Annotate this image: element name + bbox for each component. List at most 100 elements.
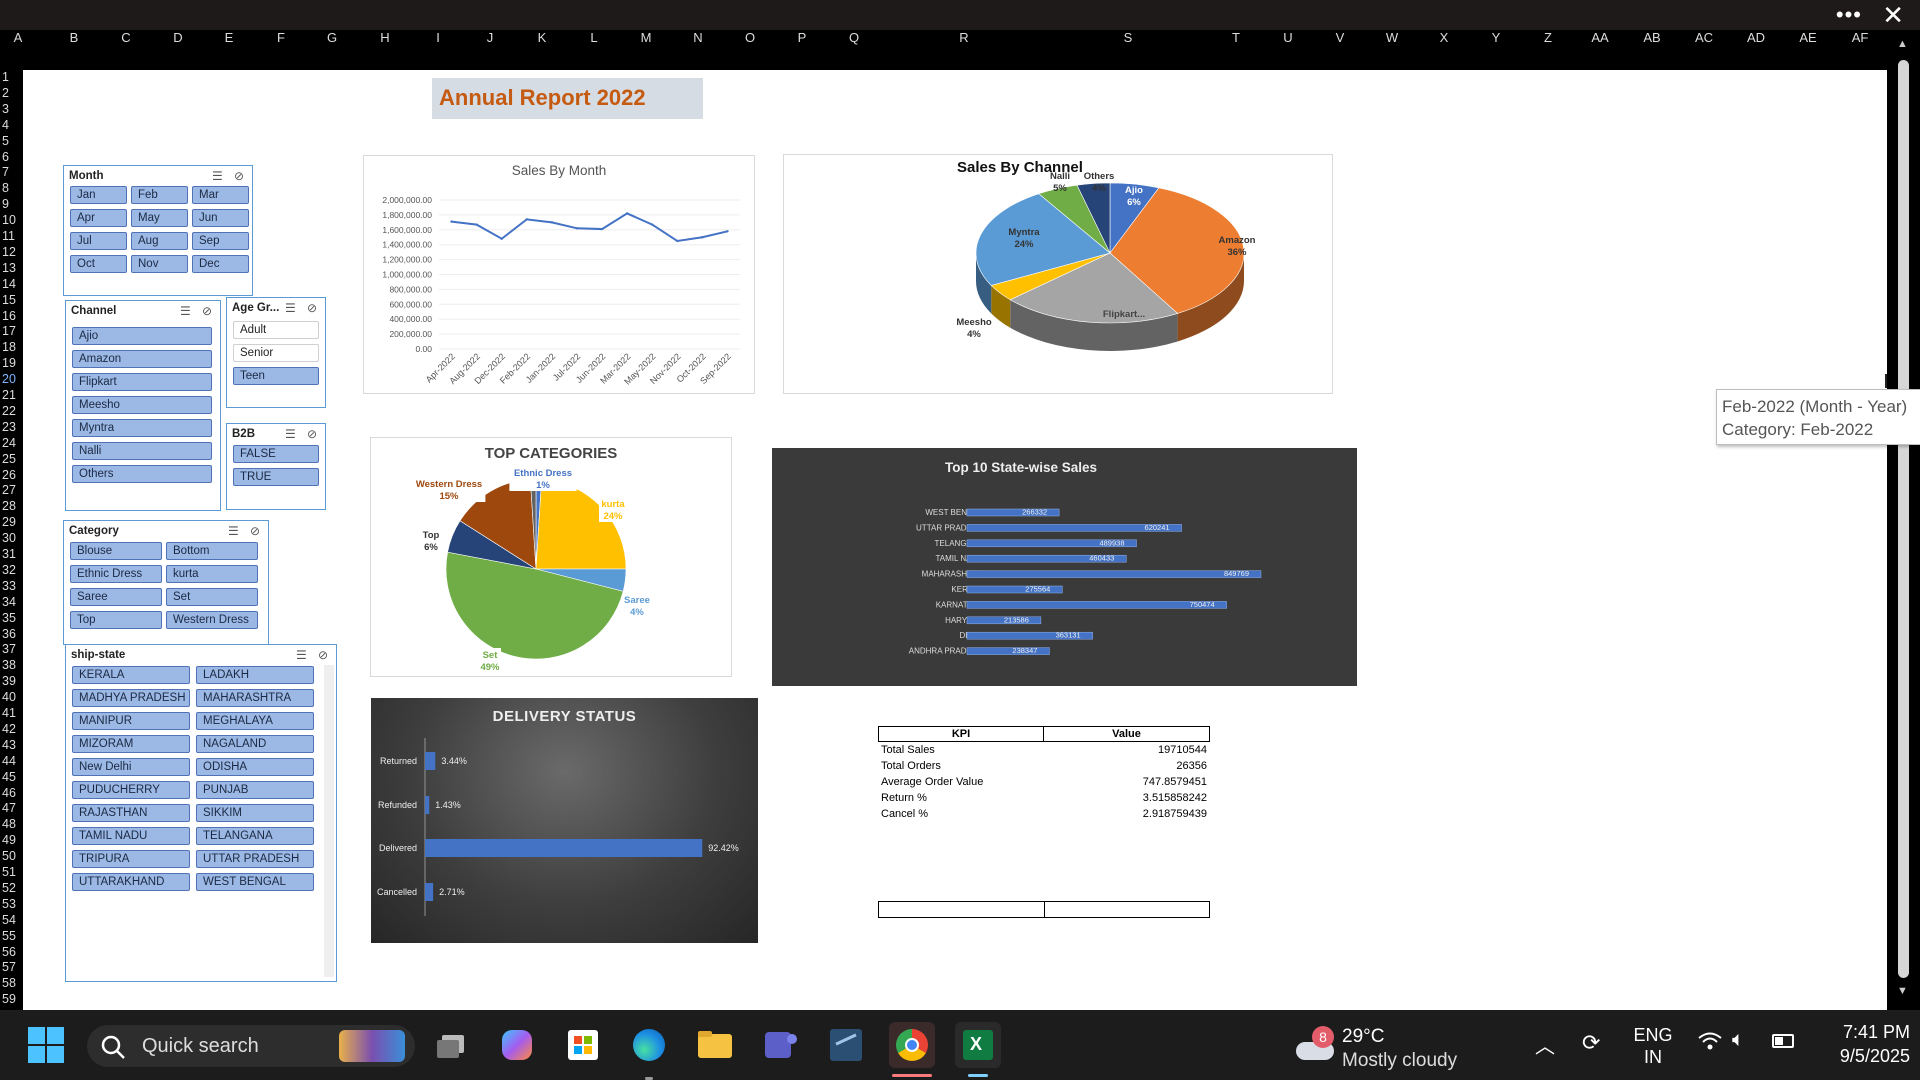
slicer-item[interactable]: MIZORAM bbox=[72, 735, 190, 753]
row-header[interactable]: 27 bbox=[2, 483, 16, 497]
row-header[interactable]: 22 bbox=[2, 404, 16, 418]
column-header[interactable]: O bbox=[745, 30, 755, 45]
column-header[interactable]: N bbox=[693, 30, 702, 45]
age-group-slicer[interactable]: Age Gr... ☰ ⊘ Adult Senior Teen bbox=[226, 297, 326, 408]
slicer-item[interactable]: SIKKIM bbox=[196, 804, 314, 822]
slicer-item[interactable]: MANIPUR bbox=[72, 712, 190, 730]
row-header[interactable]: 32 bbox=[2, 563, 16, 577]
row-header[interactable]: 47 bbox=[2, 801, 16, 815]
row-header[interactable]: 45 bbox=[2, 770, 16, 784]
slicer-item[interactable]: May bbox=[131, 209, 188, 227]
top-categories-chart[interactable]: Ethnic Dress 1% kurta 24% Saree 4% Set 49% Top 6%… bbox=[370, 437, 732, 677]
row-header[interactable]: 55 bbox=[2, 929, 16, 943]
row-header[interactable]: 4 bbox=[2, 118, 9, 132]
slicer-item[interactable]: LADAKH bbox=[196, 666, 314, 684]
slicer-item[interactable]: Ethnic Dress bbox=[70, 565, 162, 583]
slicer-item[interactable]: Dec bbox=[192, 255, 249, 273]
slicer-item[interactable]: Jan bbox=[70, 186, 127, 204]
row-header[interactable]: 31 bbox=[2, 547, 16, 561]
search-box[interactable]: Quick search bbox=[87, 1025, 415, 1067]
row-header[interactable]: 54 bbox=[2, 913, 16, 927]
column-header[interactable]: I bbox=[436, 30, 440, 45]
row-header[interactable]: 19 bbox=[2, 356, 16, 370]
row-header[interactable]: 1 bbox=[2, 70, 9, 84]
slicer-item[interactable]: Jul bbox=[70, 232, 127, 250]
slicer-item[interactable]: WEST BENGAL bbox=[196, 873, 314, 891]
month-slicer[interactable]: Month ☰ ⊘ Jan Feb Mar Apr May Jun Jul Aug Sep Oct Nov… bbox=[63, 165, 253, 296]
slicer-item[interactable]: MADHYA PRADESH bbox=[72, 689, 190, 707]
row-header[interactable]: 17 bbox=[2, 324, 16, 338]
row-header[interactable]: 50 bbox=[2, 849, 16, 863]
column-header[interactable]: D bbox=[173, 30, 182, 45]
slicer-item[interactable]: ODISHA bbox=[196, 758, 314, 776]
slicer-item[interactable]: MAHARASHTRA bbox=[196, 689, 314, 707]
column-header[interactable]: R bbox=[959, 30, 968, 45]
ship-state-slicer[interactable]: ship-state ☰ ⊘ KERALA LADAKH MADHYA PRADESH MA… bbox=[65, 644, 337, 982]
row-header[interactable]: 8 bbox=[2, 181, 9, 195]
slicer-item[interactable]: Others bbox=[72, 465, 212, 483]
scroll-down-icon[interactable]: ▼ bbox=[1897, 985, 1908, 997]
battery-icon[interactable] bbox=[1772, 1034, 1794, 1048]
row-header[interactable]: 3 bbox=[2, 102, 9, 116]
sales-by-channel-chart[interactable]: Ajio 6% Amazon 36% Flipkart... Meesho 4% Myntra… bbox=[783, 154, 1333, 394]
multi-select-icon[interactable]: ☰ bbox=[285, 427, 296, 441]
row-header[interactable]: 40 bbox=[2, 690, 16, 704]
row-header[interactable]: 30 bbox=[2, 531, 16, 545]
delivery-status-chart[interactable]: DELIVERY STATUS Returned 3.44% Refunded 1.4… bbox=[371, 698, 758, 943]
slicer-item[interactable]: Flipkart bbox=[72, 373, 212, 391]
start-button[interactable] bbox=[28, 1027, 64, 1063]
slicer-item[interactable]: Aug bbox=[131, 232, 188, 250]
row-header[interactable]: 9 bbox=[2, 197, 9, 211]
excel-icon[interactable]: X bbox=[955, 1022, 1001, 1077]
row-header[interactable]: 56 bbox=[2, 945, 16, 959]
slicer-item[interactable]: Saree bbox=[70, 588, 162, 606]
slicer-item[interactable]: UTTAR PRADESH bbox=[196, 850, 314, 868]
vertical-scrollbar[interactable]: ▲ ▼ bbox=[1887, 30, 1920, 1010]
row-header[interactable]: 2 bbox=[2, 86, 9, 100]
row-header[interactable]: 28 bbox=[2, 499, 16, 513]
slicer-item[interactable]: Amazon bbox=[72, 350, 212, 368]
multi-select-icon[interactable]: ☰ bbox=[212, 169, 223, 183]
multi-select-icon[interactable]: ☰ bbox=[228, 524, 239, 538]
slicer-item[interactable]: kurta bbox=[166, 565, 258, 583]
clear-filter-icon[interactable]: ⊘ bbox=[250, 524, 260, 538]
slicer-item[interactable]: Adult bbox=[233, 321, 319, 339]
row-header[interactable]: 58 bbox=[2, 976, 16, 990]
wifi-icon[interactable] bbox=[1697, 1030, 1723, 1058]
row-header[interactable]: 13 bbox=[2, 261, 16, 275]
column-header[interactable]: G bbox=[327, 30, 337, 45]
row-header[interactable]: 57 bbox=[2, 960, 16, 974]
slicer-item[interactable]: Oct bbox=[70, 255, 127, 273]
column-header[interactable]: T bbox=[1232, 30, 1240, 45]
row-header[interactable]: 7 bbox=[2, 165, 9, 179]
task-view-icon[interactable] bbox=[430, 1022, 476, 1068]
slicer-item[interactable]: RAJASTHAN bbox=[72, 804, 190, 822]
row-header[interactable]: 59 bbox=[2, 992, 16, 1006]
clear-filter-icon[interactable]: ⊘ bbox=[318, 648, 328, 662]
slicer-item[interactable]: Meesho bbox=[72, 396, 212, 414]
row-header[interactable]: 24 bbox=[2, 436, 16, 450]
sync-icon[interactable]: ⟳ bbox=[1582, 1030, 1600, 1056]
column-header[interactable]: AD bbox=[1747, 30, 1765, 45]
row-header[interactable]: 34 bbox=[2, 595, 16, 609]
row-header[interactable]: 29 bbox=[2, 515, 16, 529]
row-header[interactable]: 53 bbox=[2, 897, 16, 911]
row-header[interactable]: 36 bbox=[2, 627, 16, 641]
slicer-item[interactable]: Sep bbox=[192, 232, 249, 250]
column-header[interactable]: K bbox=[538, 30, 547, 45]
more-options-icon[interactable]: ••• bbox=[1836, 2, 1862, 28]
slicer-item[interactable]: Top bbox=[70, 611, 162, 629]
column-header[interactable]: C bbox=[121, 30, 130, 45]
slicer-item[interactable]: Jun bbox=[192, 209, 249, 227]
edge-icon[interactable] bbox=[626, 1022, 672, 1080]
channel-slicer[interactable]: Channel ☰ ⊘ Ajio Amazon Flipkart Meesho Myntra N… bbox=[65, 300, 221, 511]
slicer-item[interactable]: Feb bbox=[131, 186, 188, 204]
row-header[interactable]: 33 bbox=[2, 579, 16, 593]
multi-select-icon[interactable]: ☰ bbox=[296, 648, 307, 662]
column-header[interactable]: M bbox=[641, 30, 652, 45]
worksheet[interactable]: Annual Report 2022 Month ☰ ⊘ Jan Feb Mar Apr Ma… bbox=[23, 70, 1920, 1010]
multi-select-icon[interactable]: ☰ bbox=[180, 304, 191, 318]
row-header[interactable]: 21 bbox=[2, 388, 16, 402]
b2b-slicer[interactable]: B2B ☰ ⊘ FALSE TRUE bbox=[226, 423, 326, 510]
slicer-item[interactable]: Nov bbox=[131, 255, 188, 273]
